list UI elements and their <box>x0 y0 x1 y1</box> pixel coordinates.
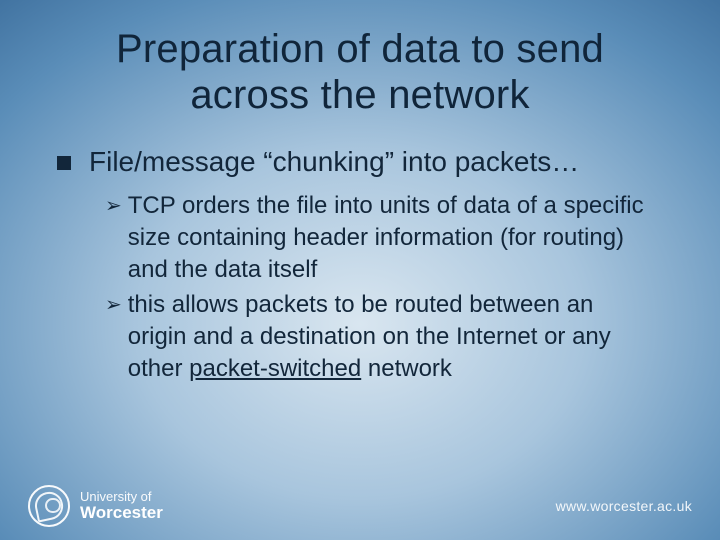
slide-title: Preparation of data to send across the n… <box>45 26 675 118</box>
logo-mark-icon <box>28 485 70 527</box>
sub-text-1: TCP orders the file into units of data o… <box>128 190 645 285</box>
slide: Preparation of data to send across the n… <box>0 0 720 540</box>
bullet-item-1: File/message “chunking” into packets… <box>57 144 675 180</box>
bullet-text-1: File/message “chunking” into packets… <box>89 144 579 180</box>
chevron-icon: ➢ <box>105 292 122 317</box>
logo-text: University of Worcester <box>80 490 163 521</box>
footer-url: www.worcester.ac.uk <box>556 498 692 514</box>
sub-bullet-1: ➢ TCP orders the file into units of data… <box>105 190 645 285</box>
sub2-underlined: packet-switched <box>189 355 361 382</box>
chevron-icon: ➢ <box>105 193 122 218</box>
university-logo: University of Worcester <box>28 485 163 527</box>
sub2-post: network <box>361 355 452 382</box>
square-bullet-icon <box>57 156 71 170</box>
logo-line-2: Worcester <box>80 504 163 522</box>
footer: University of Worcester www.worcester.ac… <box>0 480 720 540</box>
sub-text-2: this allows packets to be routed between… <box>128 289 645 384</box>
title-line-2: across the network <box>190 73 529 117</box>
sub-bullet-2: ➢ this allows packets to be routed betwe… <box>105 289 645 384</box>
logo-line-1: University of <box>80 490 163 504</box>
title-line-1: Preparation of data to send <box>116 27 604 71</box>
